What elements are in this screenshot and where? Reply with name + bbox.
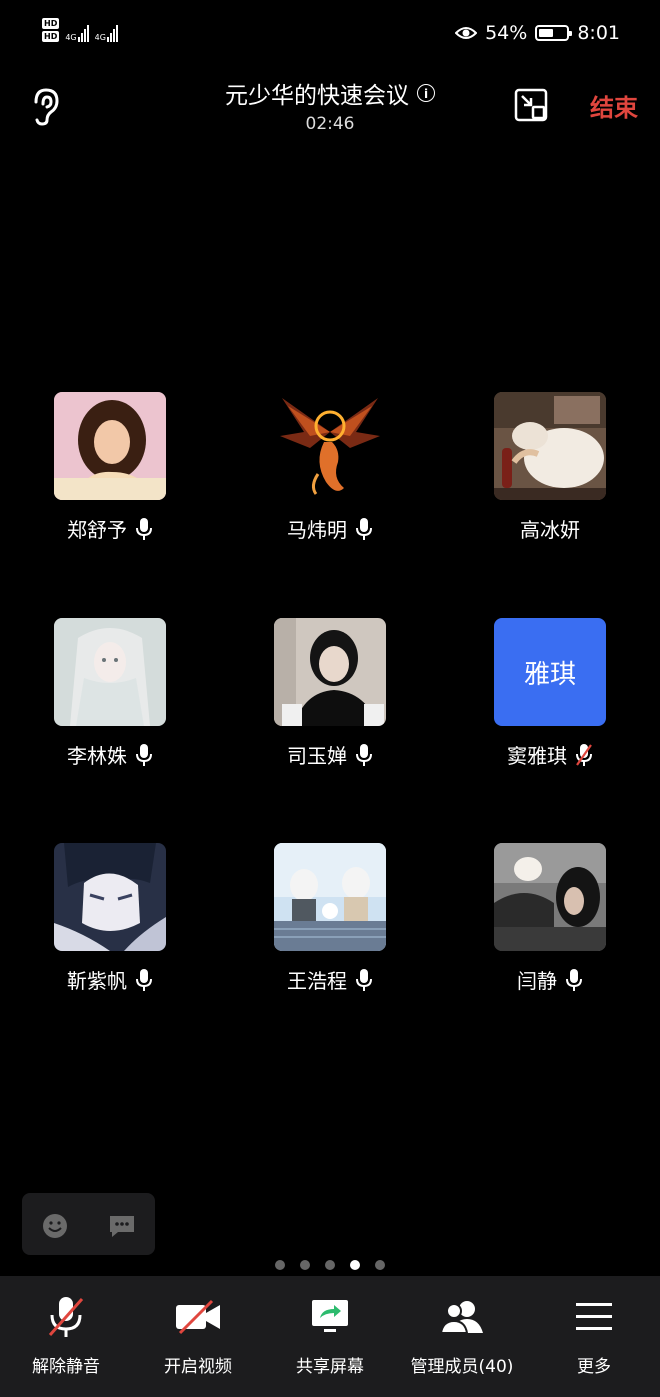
- toolbar-label: 解除静音: [32, 1357, 100, 1377]
- share-screen-icon: [312, 1300, 348, 1332]
- page-indicator: [0, 1260, 660, 1270]
- signal-icon: 4G: [65, 24, 89, 42]
- participant-name: 靳紫帆: [67, 969, 127, 993]
- participant-tile[interactable]: 闫静: [494, 843, 606, 993]
- minimize-window-button[interactable]: [514, 88, 550, 128]
- page-dot[interactable]: [325, 1260, 335, 1270]
- battery-icon: [535, 25, 573, 41]
- participant-name: 郑舒予: [67, 518, 127, 542]
- phoenix-icon: [274, 392, 386, 500]
- toolbar-label: 管理成员(40): [410, 1357, 514, 1377]
- page-dot[interactable]: [375, 1260, 385, 1270]
- participant-tile[interactable]: 马炜明: [274, 392, 386, 542]
- avatar: [54, 392, 166, 500]
- avatar: [274, 618, 386, 726]
- mic-icon: [136, 968, 152, 991]
- meeting-title: 元少华的快速会议: [225, 83, 409, 109]
- page-dot[interactable]: [300, 1260, 310, 1270]
- eye-icon: [455, 27, 478, 39]
- participant-tile[interactable]: 李林姝: [54, 618, 166, 768]
- cartoon-princess-icon: [54, 392, 166, 500]
- minimize-window-icon: [514, 88, 548, 122]
- participant-tile[interactable]: 靳紫帆: [54, 843, 166, 993]
- more-button[interactable]: 更多: [528, 1294, 660, 1377]
- toolbar-label: 开启视频: [164, 1357, 232, 1377]
- members-icon: [439, 1301, 483, 1334]
- battery-percent: 54%: [485, 22, 528, 44]
- end-meeting-button[interactable]: 结束: [590, 88, 638, 123]
- avatar: [274, 843, 386, 951]
- meeting-header: 元少华的快速会议 i 02:46: [0, 76, 660, 134]
- start-video-button[interactable]: 开启视频: [132, 1294, 264, 1377]
- participant-name: 司玉婵: [287, 744, 347, 768]
- cartoon-scene-icon: [274, 843, 386, 951]
- text-avatar: 雅琪: [494, 618, 606, 726]
- hd-badge: HD: [42, 31, 60, 42]
- avatar: [494, 392, 606, 500]
- participant-tile[interactable]: 高冰妍: [494, 392, 606, 542]
- participant-name: 李林姝: [67, 744, 127, 768]
- participant-name: 闫静: [517, 969, 557, 993]
- manage-members-button[interactable]: 管理成员(40): [396, 1294, 528, 1377]
- anime-boy-icon: [54, 843, 166, 951]
- mic-muted-icon: [48, 1297, 84, 1337]
- menu-icon: [576, 1303, 612, 1330]
- chat-icon[interactable]: [108, 1214, 136, 1238]
- chat-shortcut-box: [22, 1193, 155, 1255]
- page-dot-active[interactable]: [350, 1260, 360, 1270]
- participant-tile[interactable]: 司玉婵: [274, 618, 386, 768]
- info-icon[interactable]: i: [417, 84, 435, 102]
- avatar-initials: 雅琪: [523, 659, 576, 690]
- avatar: [54, 618, 166, 726]
- signal-indicators: HD HD 4G 4G: [42, 18, 118, 42]
- mic-icon: [136, 743, 152, 766]
- hd-badge: HD: [42, 18, 60, 29]
- participant-tile[interactable]: 郑舒予: [54, 392, 166, 542]
- participant-tile[interactable]: 雅琪 窦雅琪: [494, 618, 606, 768]
- dog-photo-icon: [494, 392, 606, 500]
- mic-muted-icon: [576, 743, 592, 766]
- clock: 8:01: [577, 22, 620, 44]
- participant-name: 高冰妍: [520, 518, 580, 542]
- page-dot[interactable]: [275, 1260, 285, 1270]
- mic-icon: [566, 968, 582, 991]
- participant-name: 窦雅琪: [507, 744, 567, 768]
- bottom-toolbar: 解除静音 开启视频 共享屏幕 管理成员(40) 更多: [0, 1276, 660, 1397]
- toolbar-label: 共享屏幕: [296, 1357, 364, 1377]
- anime-girl-icon: [54, 618, 166, 726]
- toolbar-label: 更多: [577, 1357, 611, 1377]
- mic-icon: [356, 743, 372, 766]
- share-screen-button[interactable]: 共享屏幕: [264, 1294, 396, 1377]
- avatar: [54, 843, 166, 951]
- status-bar: HD HD 4G 4G 54% 8:01: [0, 0, 660, 70]
- video-off-icon: [176, 1299, 220, 1335]
- girl-photo-icon: [274, 618, 386, 726]
- mic-icon: [136, 517, 152, 540]
- signal-icon: 4G: [95, 24, 118, 42]
- participant-tile[interactable]: 王浩程: [274, 843, 386, 993]
- mic-icon: [356, 968, 372, 991]
- participant-name: 王浩程: [287, 969, 347, 993]
- emoji-icon[interactable]: [42, 1213, 68, 1239]
- avatar: [494, 843, 606, 951]
- avatar: [274, 392, 386, 500]
- participant-name: 马炜明: [287, 518, 347, 542]
- girl-cat-photo-icon: [494, 843, 606, 951]
- meeting-timer: 02:46: [305, 114, 355, 134]
- unmute-button[interactable]: 解除静音: [0, 1294, 132, 1377]
- mic-icon: [356, 517, 372, 540]
